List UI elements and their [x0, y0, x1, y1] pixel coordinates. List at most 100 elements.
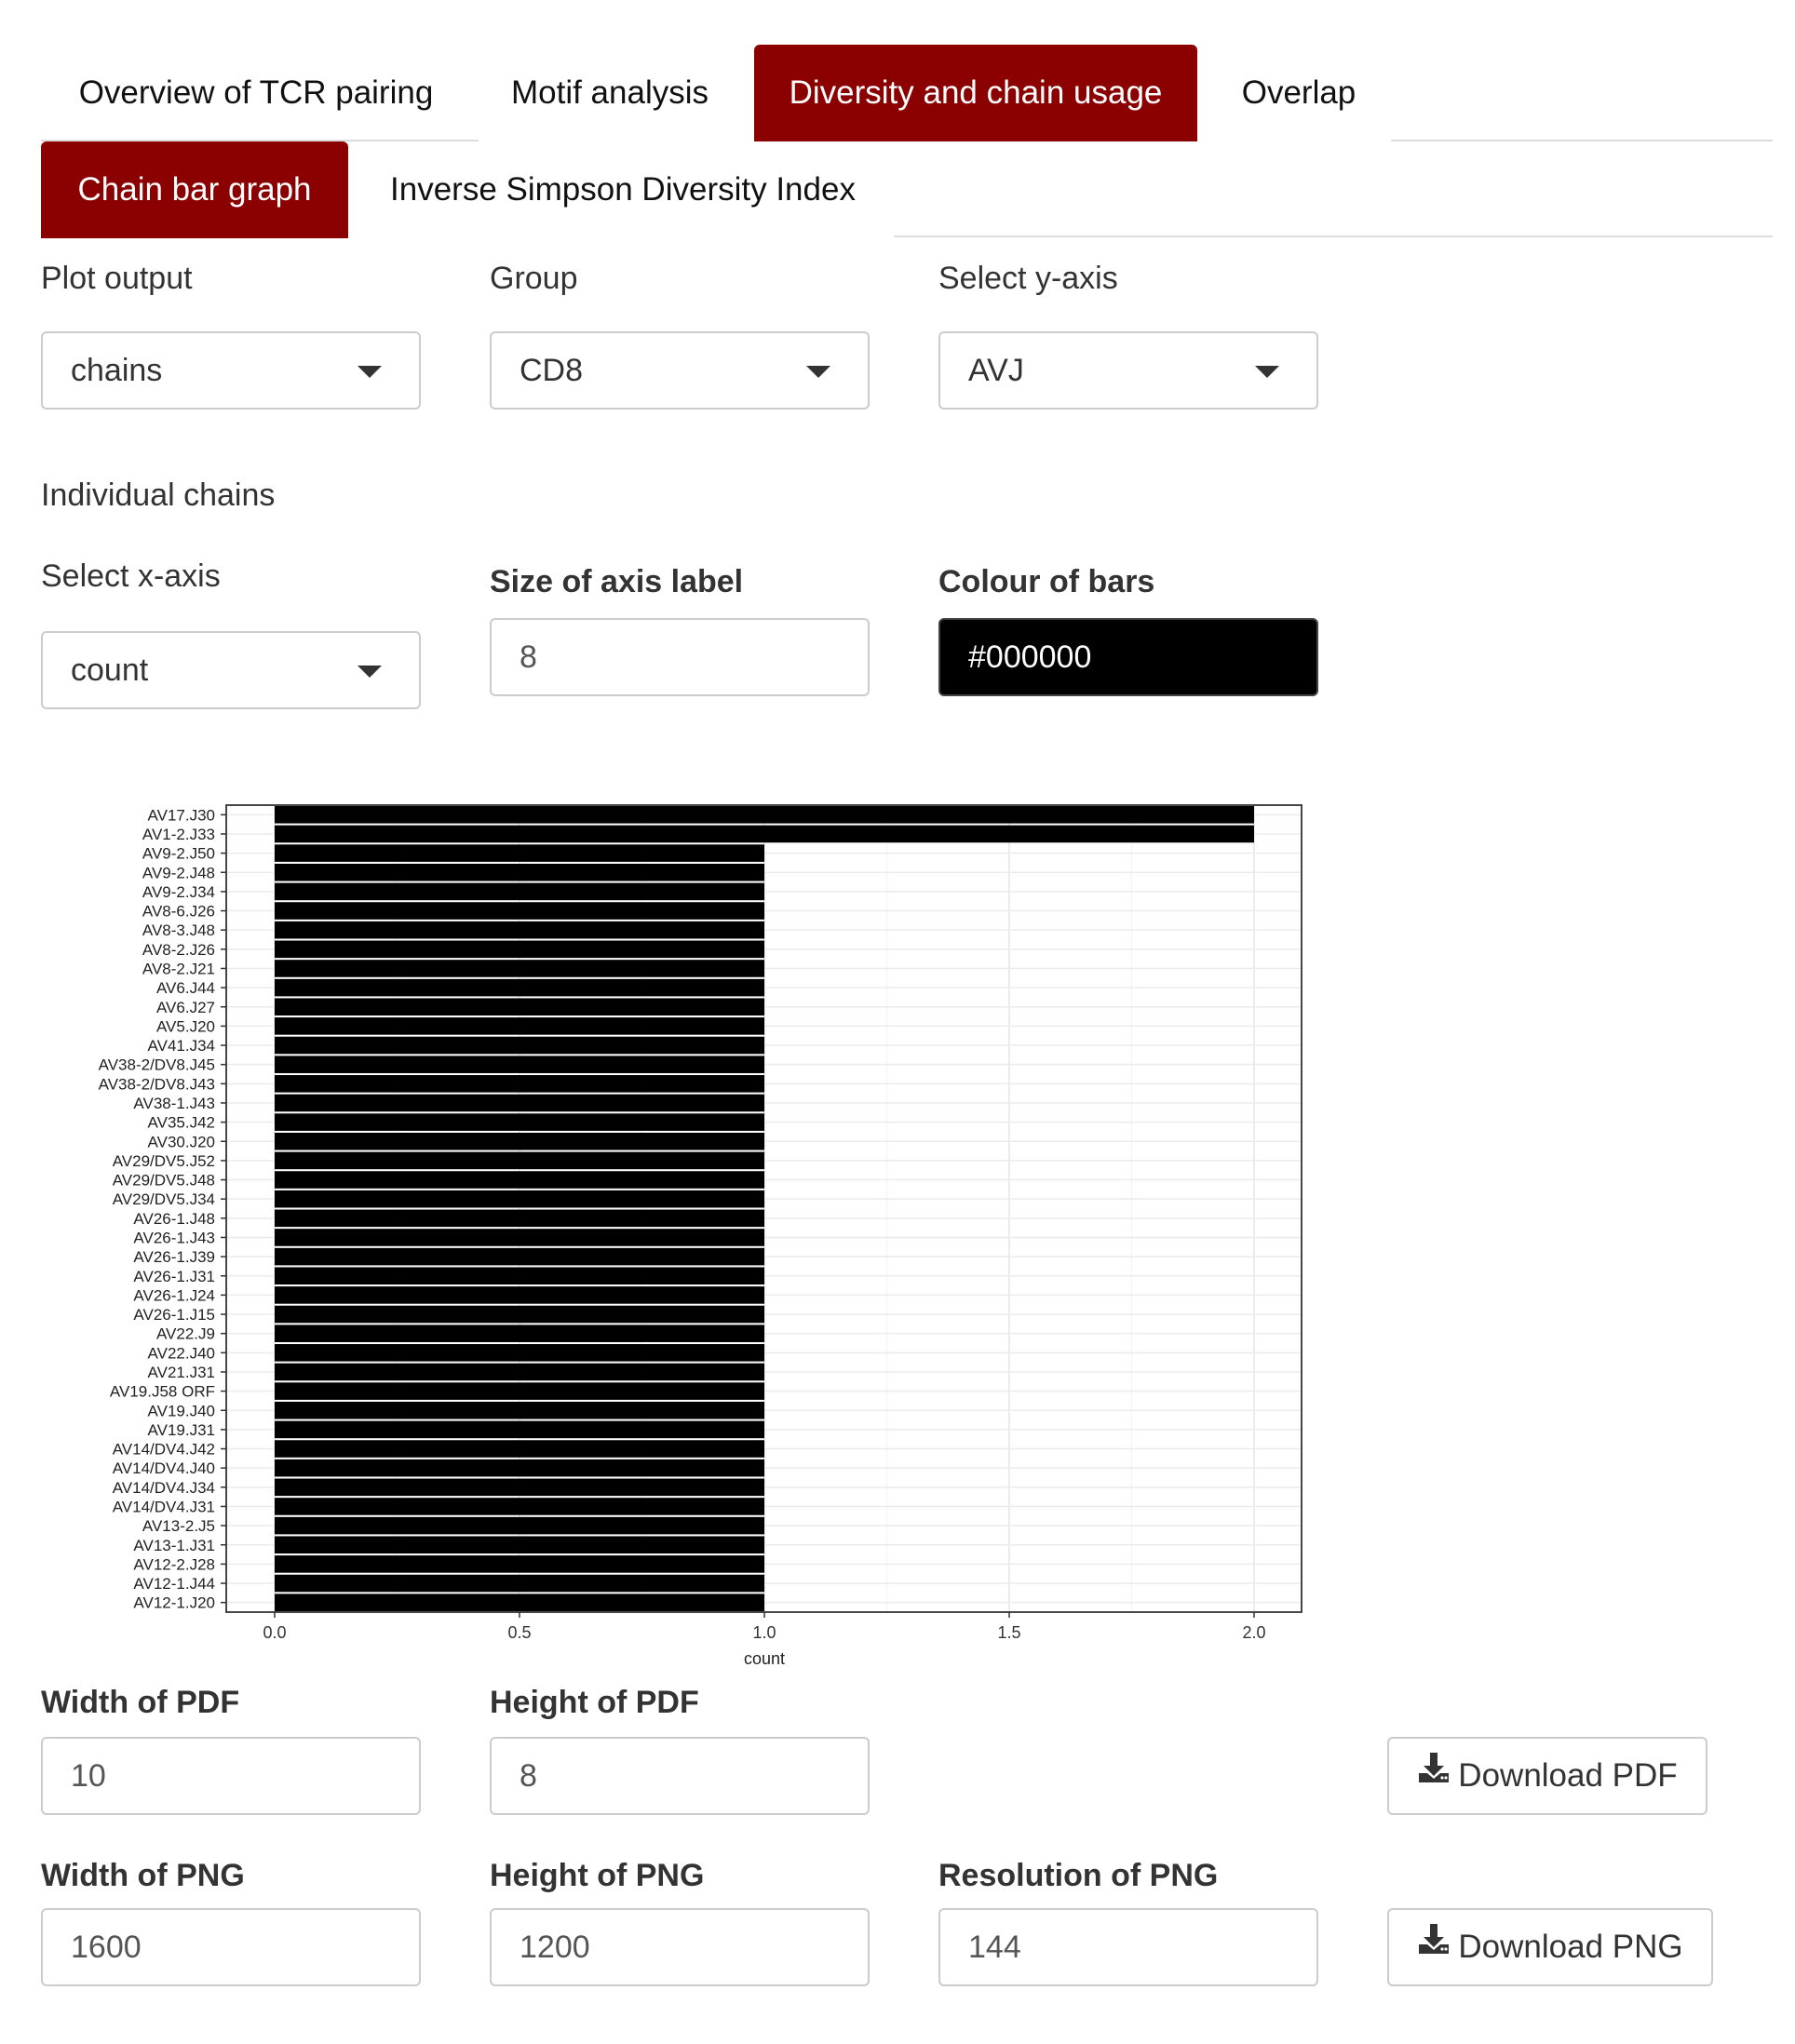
y-tick-label: AV19.J58 ORF — [110, 1383, 215, 1401]
y-tick-label: AV1-2.J33 — [142, 826, 215, 843]
y-tick-label: AV14/DV4.J40 — [113, 1459, 215, 1477]
bar — [275, 940, 764, 959]
y-tick-label: AV29/DV5.J48 — [113, 1172, 215, 1190]
bar — [275, 806, 1254, 824]
y-tick-label: AV13-1.J31 — [133, 1537, 215, 1554]
axis-label-size-input[interactable]: 8 — [490, 618, 870, 696]
caret-down-icon — [358, 666, 382, 678]
bar — [275, 1190, 764, 1208]
y-tick-label: AV29/DV5.J52 — [113, 1152, 215, 1170]
download-pdf-label: Download PDF — [1458, 1757, 1678, 1794]
plot-output-select[interactable]: chains — [41, 331, 421, 410]
bar — [275, 1382, 764, 1400]
bar — [275, 1440, 764, 1458]
section-heading-individual-chains: Individual chains — [41, 477, 276, 513]
x-axis-select[interactable]: count — [41, 631, 421, 709]
pdf-width-input[interactable]: 10 — [41, 1737, 421, 1815]
caret-down-icon — [1255, 366, 1279, 378]
tab-diversity-chain-usage[interactable]: Diversity and chain usage — [754, 45, 1197, 141]
x-axis-label: Select x-axis — [41, 558, 221, 594]
bar — [275, 921, 764, 939]
pdf-height-label: Height of PDF — [490, 1685, 699, 1720]
tab-label: Overview of TCR pairing — [78, 74, 434, 111]
y-tick-label: AV26-1.J31 — [133, 1268, 215, 1285]
subtabs-underline — [894, 235, 1773, 237]
y-tick-label: AV14/DV4.J31 — [113, 1498, 215, 1515]
y-tick-label: AV12-1.J20 — [133, 1594, 215, 1612]
png-resolution-input[interactable]: 144 — [938, 1908, 1318, 1986]
tab-label: Inverse Simpson Diversity Index — [390, 171, 856, 208]
y-tick-label: AV8-3.J48 — [142, 921, 215, 939]
download-png-button[interactable]: Download PNG — [1387, 1908, 1713, 1986]
tab-overview-tcr-pairing[interactable]: Overview of TCR pairing — [58, 45, 454, 141]
y-tick-label: AV19.J31 — [148, 1421, 215, 1439]
bar — [275, 1209, 764, 1228]
chain-bar-chart: AV17.J30 AV1-2.J33 AV9-2.J50AV9-2.J48 AV9-2… — [99, 804, 1302, 1668]
bar — [275, 1151, 764, 1170]
y-tick-label: AV38-2/DV8.J45 — [99, 1056, 215, 1074]
pdf-width-label: Width of PDF — [41, 1685, 240, 1720]
group-value: CD8 — [520, 353, 584, 388]
tab-motif-analysis[interactable]: Motif analysis — [484, 45, 736, 141]
pdf-height-input[interactable]: 8 — [490, 1737, 870, 1815]
download-icon — [1417, 1737, 1451, 1811]
bar — [275, 1574, 764, 1593]
bar — [275, 1267, 764, 1285]
x-tick-label: 0.5 — [507, 1623, 531, 1642]
y-tick-label: AV35.J42 — [148, 1114, 215, 1132]
bar — [275, 863, 764, 881]
group-label: Group — [490, 261, 578, 296]
tab-label: Overlap — [1241, 74, 1356, 111]
png-resolution-value: 144 — [968, 1930, 1021, 1965]
bar — [275, 1305, 764, 1324]
tab-chain-bar-graph[interactable]: Chain bar graph — [41, 141, 348, 238]
y-tick-label: AV12-1.J44 — [133, 1575, 215, 1593]
y-tick-label: AV21.J31 — [148, 1364, 215, 1381]
y-tick-label: AV8-2.J21 — [142, 960, 215, 977]
y-tick-label: AV14/DV4.J34 — [113, 1479, 215, 1497]
bar — [275, 902, 764, 920]
y-axis-select[interactable]: AVJ — [938, 331, 1318, 410]
y-tick-label: AV38-1.J43 — [133, 1095, 215, 1112]
y-tick-label: AV22.J9 — [156, 1325, 215, 1343]
bar — [275, 1286, 764, 1304]
y-tick-label: AV17.J30 — [148, 806, 215, 824]
bar-colour-label: Colour of bars — [938, 564, 1155, 599]
png-height-label: Height of PNG — [490, 1858, 705, 1893]
png-width-label: Width of PNG — [41, 1858, 245, 1893]
png-height-input[interactable]: 1200 — [490, 1908, 870, 1986]
tab-overlap[interactable]: Overlap — [1210, 45, 1387, 141]
y-tick-label: AV26-1.J24 — [133, 1286, 215, 1304]
bar — [275, 978, 764, 997]
bar — [275, 1075, 764, 1093]
axis-label-size-label: Size of axis label — [490, 564, 744, 599]
download-pdf-button[interactable]: Download PDF — [1387, 1737, 1707, 1815]
bar — [275, 1420, 764, 1439]
tab-label: Chain bar graph — [77, 171, 312, 208]
bar — [275, 1171, 764, 1189]
x-tick-label: 1.5 — [997, 1623, 1020, 1642]
bar — [275, 825, 1254, 843]
bar — [275, 1325, 764, 1342]
group-select[interactable]: CD8 — [490, 331, 870, 410]
bar — [275, 844, 764, 862]
x-axis-title: count — [744, 1649, 785, 1668]
tab-inverse-simpson[interactable]: Inverse Simpson Diversity Index — [372, 141, 873, 238]
tab-label: Motif analysis — [510, 74, 709, 111]
png-resolution-label: Resolution of PNG — [938, 1858, 1219, 1893]
bar — [275, 1247, 764, 1266]
bar — [275, 882, 764, 901]
bar — [275, 1229, 764, 1246]
y-tick-label: AV29/DV5.J34 — [113, 1190, 215, 1208]
bar-colour-picker[interactable]: #000000 — [938, 618, 1318, 696]
y-tick-label: AV12-2.J28 — [133, 1555, 215, 1573]
x-tick-label: 0.0 — [263, 1623, 286, 1642]
y-tick-label: AV26-1.J39 — [133, 1248, 215, 1266]
y-tick-label: AV9-2.J48 — [142, 864, 215, 881]
bar — [275, 1363, 764, 1381]
png-width-input[interactable]: 1600 — [41, 1908, 421, 1986]
bar — [275, 1056, 764, 1073]
bar — [275, 1516, 764, 1535]
bar — [275, 1036, 764, 1055]
bar — [275, 1094, 764, 1112]
